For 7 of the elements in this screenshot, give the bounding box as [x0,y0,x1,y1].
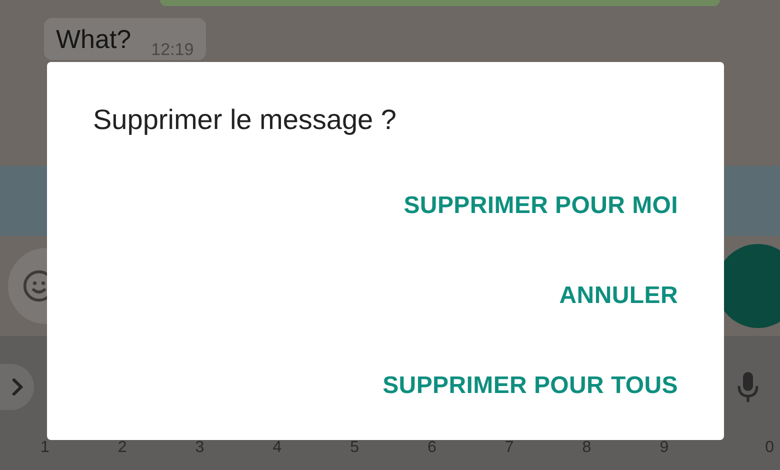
chevron-right-icon [10,376,24,398]
message-text: What? [56,24,132,54]
dialog-title: Supprimer le message ? [93,104,398,136]
dialog-button[interactable]: SUPPRIMER POUR MOI [404,191,678,221]
expand-key[interactable] [0,364,34,410]
dialog-button[interactable]: SUPPRIMER POUR TOUS [382,371,678,401]
dialog-button[interactable]: ANNULER [559,281,678,311]
